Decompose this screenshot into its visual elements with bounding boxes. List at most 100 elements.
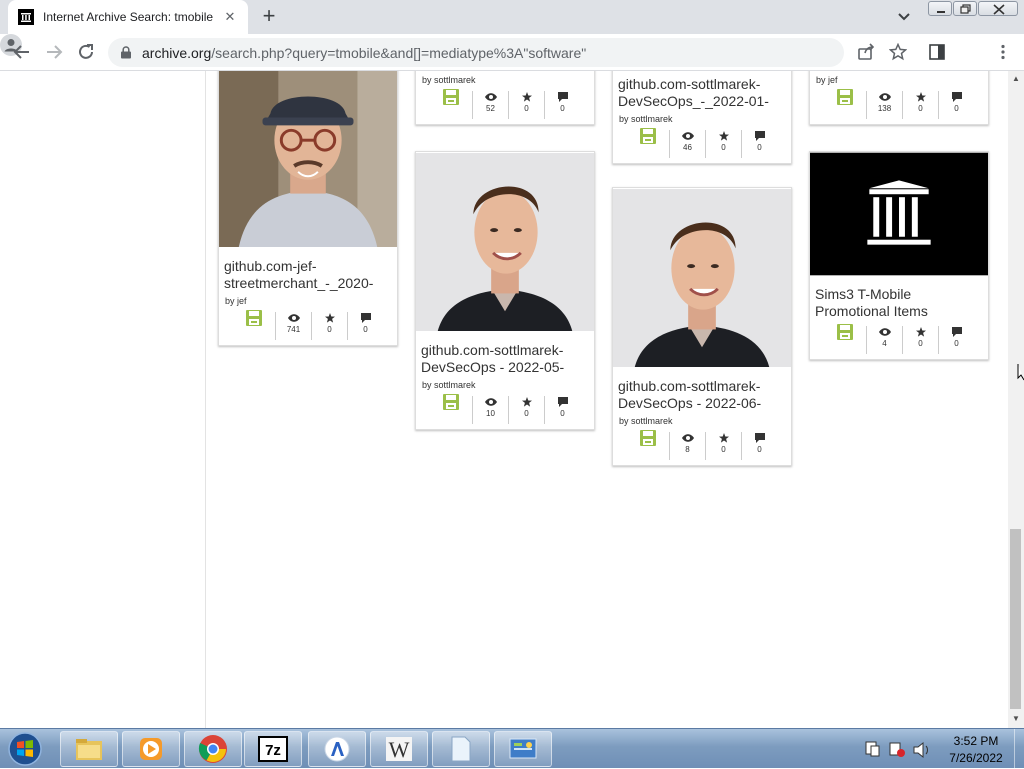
browser-tab[interactable]: Internet Archive Search: tmobile ✕ bbox=[8, 0, 248, 34]
item-thumbnail-image[interactable] bbox=[219, 71, 397, 248]
clock-date[interactable]: 7/26/2022 bbox=[946, 751, 1006, 765]
favorites-stat: 0 bbox=[902, 326, 938, 354]
reviews-stat: 0 bbox=[938, 326, 974, 354]
item-creator[interactable]: by sottlmarek bbox=[416, 380, 594, 390]
lock-icon[interactable] bbox=[120, 46, 132, 59]
reviews-stat: 0 bbox=[741, 130, 777, 158]
result-card[interactable]: by jef 138 0 0 bbox=[809, 71, 989, 125]
favorites-stat: 0 bbox=[902, 91, 938, 119]
views-count: 10 bbox=[486, 409, 495, 418]
reload-icon[interactable] bbox=[76, 42, 96, 62]
item-title[interactable]: github.com-sottlmarek-DevSecOps_-_2022-0… bbox=[613, 76, 791, 110]
reviews-stat: 0 bbox=[938, 91, 974, 119]
tab-title: Internet Archive Search: tmobile bbox=[43, 10, 214, 24]
item-creator[interactable]: by sottlmarek bbox=[613, 416, 791, 426]
chrome-icon bbox=[198, 735, 227, 763]
result-card[interactable]: github.com-sottlmarek-DevSecOps_-_2022-0… bbox=[612, 71, 792, 164]
taskbar-chrome-button[interactable] bbox=[184, 731, 242, 767]
page-scrollbar[interactable]: ▲ ▼ bbox=[1008, 71, 1024, 728]
views-count: 52 bbox=[486, 104, 495, 113]
item-stats: 52 0 0 bbox=[416, 89, 594, 119]
result-card[interactable]: github.com-sottlmarek-DevSecOps - 2022-0… bbox=[415, 151, 595, 430]
item-creator[interactable]: by sottlmarek bbox=[613, 114, 791, 124]
share-icon[interactable] bbox=[857, 43, 875, 61]
eye-icon bbox=[287, 314, 300, 322]
favorites-count: 0 bbox=[524, 104, 529, 113]
item-title[interactable]: github.com-sottlmarek-DevSecOps - 2022-0… bbox=[416, 342, 594, 376]
comment-icon bbox=[951, 92, 962, 102]
url-text[interactable]: archive.org/search.php?query=tmobile&and… bbox=[142, 45, 586, 61]
window-close-button[interactable] bbox=[978, 1, 1018, 16]
new-tab-button[interactable]: + bbox=[258, 5, 280, 28]
clock-time[interactable]: 3:52 PM bbox=[952, 734, 1000, 748]
taskbar-app-button[interactable] bbox=[308, 731, 366, 767]
side-panel-icon[interactable] bbox=[928, 43, 946, 61]
taskbar-7zip-button[interactable]: 7z bbox=[244, 731, 302, 767]
scroll-down-arrow-icon[interactable]: ▼ bbox=[1012, 714, 1020, 723]
views-stat: 4 bbox=[866, 326, 902, 354]
security-alert-icon bbox=[889, 742, 905, 757]
views-stat: 741 bbox=[275, 312, 311, 340]
taskbar-control-panel-button[interactable] bbox=[494, 731, 552, 767]
favorites-count: 0 bbox=[524, 409, 529, 418]
favorites-stat: 0 bbox=[311, 312, 347, 340]
views-count: 138 bbox=[877, 104, 892, 113]
item-stats: 8 0 0 bbox=[613, 430, 791, 460]
item-creator[interactable]: by jef bbox=[219, 296, 397, 306]
item-title[interactable]: github.com-jef-streetmerchant_-_2020- bbox=[219, 258, 397, 292]
reviews-stat: 0 bbox=[741, 432, 777, 460]
scrollbar-thumb[interactable] bbox=[1010, 529, 1021, 709]
comment-icon bbox=[754, 131, 765, 141]
kebab-menu-icon[interactable] bbox=[994, 43, 1012, 61]
reviews-stat: 0 bbox=[544, 396, 580, 424]
forward-arrow-icon[interactable] bbox=[44, 42, 64, 62]
item-title[interactable]: Sims3 T-Mobile Promotional Items bbox=[810, 286, 988, 320]
favorites-stat: 0 bbox=[705, 130, 741, 158]
scroll-up-arrow-icon[interactable]: ▲ bbox=[1012, 74, 1020, 83]
item-stats: 138 0 0 bbox=[810, 89, 988, 119]
result-card[interactable]: github.com-sottlmarek-DevSecOps - 2022-0… bbox=[612, 187, 792, 466]
window-minimize-button[interactable] bbox=[928, 1, 952, 16]
views-stat: 46 bbox=[669, 130, 705, 158]
folder-icon bbox=[76, 739, 102, 760]
reviews-stat: 0 bbox=[544, 91, 580, 119]
start-button-icon[interactable] bbox=[6, 731, 44, 767]
comment-icon bbox=[360, 313, 371, 323]
tab-search-chevron-icon[interactable] bbox=[894, 8, 914, 26]
item-title[interactable]: github.com-sottlmarek-DevSecOps - 2022-0… bbox=[613, 378, 791, 412]
software-type-icon bbox=[824, 324, 866, 354]
taskbar-media-player-button[interactable] bbox=[122, 731, 180, 767]
views-stat: 52 bbox=[472, 91, 508, 119]
comment-icon bbox=[557, 397, 568, 407]
back-arrow-icon[interactable] bbox=[12, 42, 32, 62]
eye-icon bbox=[681, 434, 694, 442]
software-type-icon bbox=[430, 394, 472, 424]
star-icon bbox=[915, 327, 926, 337]
wordpad-icon: W bbox=[386, 737, 412, 762]
item-thumbnail-image[interactable] bbox=[613, 188, 791, 368]
result-card[interactable]: Sims3 T-Mobile Promotional Items 4 0 0 bbox=[809, 151, 989, 360]
taskbar-explorer-button[interactable] bbox=[60, 731, 118, 767]
item-creator[interactable]: by sottlmarek bbox=[416, 75, 594, 85]
item-stats: 741 0 0 bbox=[219, 310, 397, 340]
result-card[interactable]: github.com-jef-streetmerchant_-_2020- by… bbox=[218, 71, 398, 346]
windows-taskbar: 7z W bbox=[0, 728, 1024, 769]
item-stats: 4 0 0 bbox=[810, 324, 988, 354]
control-panel-icon bbox=[509, 738, 537, 759]
taskbar-notepad-button[interactable] bbox=[432, 731, 490, 767]
volume-icon bbox=[913, 741, 928, 759]
show-desktop-button[interactable] bbox=[1014, 729, 1024, 769]
bookmark-star-icon[interactable] bbox=[889, 43, 907, 61]
item-creator[interactable]: by jef bbox=[810, 75, 988, 85]
item-thumbnail-image[interactable] bbox=[416, 152, 594, 332]
tab-close-icon[interactable]: ✕ bbox=[222, 9, 238, 25]
window-restore-button[interactable] bbox=[953, 1, 977, 16]
item-thumbnail-image[interactable] bbox=[810, 152, 988, 276]
reviews-count: 0 bbox=[757, 143, 762, 152]
result-card[interactable]: by sottlmarek 52 0 0 bbox=[415, 71, 595, 125]
star-icon bbox=[718, 131, 729, 141]
star-icon bbox=[521, 92, 532, 102]
address-bar[interactable]: archive.org/search.php?query=tmobile&and… bbox=[108, 38, 844, 67]
views-count: 741 bbox=[286, 325, 301, 334]
taskbar-wordpad-button[interactable]: W bbox=[370, 731, 428, 767]
